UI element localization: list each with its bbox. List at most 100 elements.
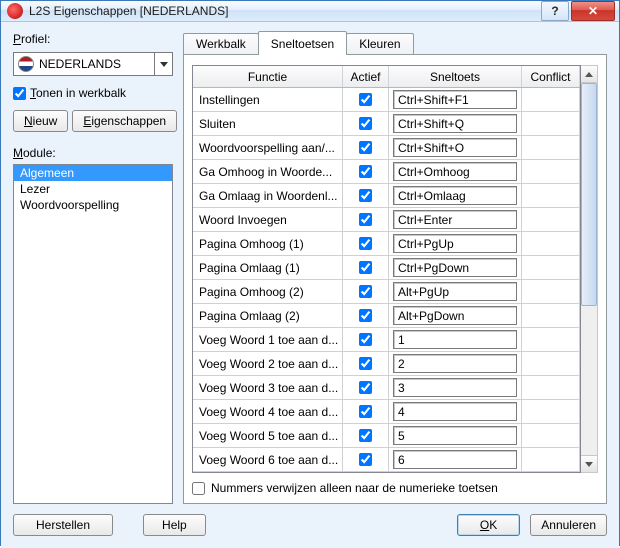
shortcut-input[interactable]: Alt+PgUp <box>393 282 517 301</box>
active-checkbox[interactable] <box>359 261 372 274</box>
shortcut-input[interactable]: Ctrl+Enter <box>393 210 517 229</box>
left-panel: Profiel: NEDERLANDS Tonen in werkbalk <box>13 32 173 504</box>
grid-header: Functie Actief Sneltoets Conflict <box>193 66 580 88</box>
cell-active <box>343 160 389 183</box>
active-checkbox[interactable] <box>359 453 372 466</box>
show-in-toolbar-checkbox[interactable]: Tonen in werkbalk <box>13 86 173 100</box>
cell-function: Pagina Omlaag (1) <box>193 256 343 279</box>
active-checkbox[interactable] <box>359 405 372 418</box>
cell-shortcut: Ctrl+Shift+O <box>389 136 522 159</box>
active-checkbox[interactable] <box>359 237 372 250</box>
shortcut-input[interactable]: 6 <box>393 450 517 469</box>
shortcut-input[interactable]: Ctrl+Omhoog <box>393 162 517 181</box>
active-checkbox[interactable] <box>359 165 372 178</box>
right-panel: Werkbalk Sneltoetsen Kleuren Functie Act… <box>183 32 607 504</box>
new-button[interactable]: Nieuw <box>13 110 68 132</box>
table-row: Voeg Woord 2 toe aan d... 2 <box>193 352 580 376</box>
active-checkbox[interactable] <box>359 333 372 346</box>
cell-shortcut: Ctrl+PgDown <box>389 256 522 279</box>
header-shortcut[interactable]: Sneltoets <box>389 66 522 87</box>
help-button-titlebar[interactable]: ? <box>541 1 569 21</box>
chevron-down-icon <box>160 62 168 67</box>
shortcut-input[interactable]: Alt+PgDown <box>393 306 517 325</box>
help-button[interactable]: Help <box>143 514 206 536</box>
shortcut-input[interactable]: 2 <box>393 354 517 373</box>
tab-sneltoetsen[interactable]: Sneltoetsen <box>258 31 347 55</box>
shortcut-input[interactable]: 1 <box>393 330 517 349</box>
close-button[interactable]: ✕ <box>571 1 615 21</box>
active-checkbox[interactable] <box>359 309 372 322</box>
vertical-scrollbar[interactable] <box>581 65 598 473</box>
scroll-thumb[interactable] <box>581 83 597 306</box>
shortcut-input[interactable]: Ctrl+PgDown <box>393 258 517 277</box>
active-checkbox[interactable] <box>359 213 372 226</box>
module-list[interactable]: AlgemeenLezerWoordvoorspelling <box>13 164 173 504</box>
header-active[interactable]: Actief <box>343 66 389 87</box>
table-row: Voeg Woord 1 toe aan d...1 <box>193 328 580 352</box>
shortcuts-grid: Functie Actief Sneltoets Conflict Instel… <box>192 65 581 473</box>
chevron-down-icon <box>585 462 593 467</box>
cell-conflict <box>522 352 580 375</box>
table-row: Pagina Omlaag (2)Alt+PgDown <box>193 304 580 328</box>
table-row: Voeg Woord 3 toe aan d... 3 <box>193 376 580 400</box>
cell-function: Voeg Woord 3 toe aan d... <box>193 376 343 399</box>
profile-dropdown-button[interactable] <box>155 52 173 76</box>
cell-conflict <box>522 256 580 279</box>
cell-shortcut: 6 <box>389 448 522 471</box>
scroll-up-button[interactable] <box>581 66 597 83</box>
tab-kleuren[interactable]: Kleuren <box>346 33 413 54</box>
dialog-footer: Herstellen Help OK Annuleren <box>13 514 607 536</box>
active-checkbox[interactable] <box>359 429 372 442</box>
window-title: L2S Eigenschappen [NEDERLANDS] <box>29 4 539 18</box>
profile-value: NEDERLANDS <box>39 57 121 71</box>
profile-label: Profiel: <box>13 32 173 46</box>
active-checkbox[interactable] <box>359 93 372 106</box>
tab-panel: Functie Actief Sneltoets Conflict Instel… <box>183 54 607 504</box>
flag-nl-icon <box>18 56 34 72</box>
cell-conflict <box>522 376 580 399</box>
cell-conflict <box>522 280 580 303</box>
shortcut-input[interactable]: Ctrl+Shift+F1 <box>393 90 517 109</box>
shortcut-input[interactable]: 5 <box>393 426 517 445</box>
cancel-button[interactable]: Annuleren <box>530 514 607 536</box>
module-item[interactable]: Lezer <box>14 181 172 197</box>
shortcut-input[interactable]: Ctrl+Omlaag <box>393 186 517 205</box>
active-checkbox[interactable] <box>359 117 372 130</box>
table-row: Voeg Woord 6 toe aan d...6 <box>193 448 580 472</box>
cell-conflict <box>522 424 580 447</box>
active-checkbox[interactable] <box>359 381 372 394</box>
cell-shortcut: 5 <box>389 424 522 447</box>
properties-button[interactable]: Eigenschappen <box>72 110 177 132</box>
ok-button[interactable]: OK <box>457 514 520 536</box>
cell-active <box>343 352 389 375</box>
active-checkbox[interactable] <box>359 285 372 298</box>
shortcut-input[interactable]: Ctrl+Shift+O <box>393 138 517 157</box>
dialog-window: L2S Eigenschappen [NEDERLANDS] ? ✕ Profi… <box>0 0 620 546</box>
tab-werkbalk[interactable]: Werkbalk <box>183 33 259 54</box>
header-function[interactable]: Functie <box>193 66 343 87</box>
module-item[interactable]: Woordvoorspelling <box>14 197 172 213</box>
cell-conflict <box>522 232 580 255</box>
numeric-keys-only-input[interactable] <box>192 482 205 495</box>
numeric-keys-only-checkbox[interactable]: Nummers verwijzen alleen naar de numerie… <box>192 481 598 495</box>
shortcut-input[interactable]: 4 <box>393 402 517 421</box>
active-checkbox[interactable] <box>359 141 372 154</box>
active-checkbox[interactable] <box>359 189 372 202</box>
table-row: SluitenCtrl+Shift+Q <box>193 112 580 136</box>
cell-function: Voeg Woord 2 toe aan d... <box>193 352 343 375</box>
scroll-track[interactable] <box>581 83 597 455</box>
shortcut-input[interactable]: Ctrl+Shift+Q <box>393 114 517 133</box>
restore-button[interactable]: Herstellen <box>13 514 113 536</box>
cell-function: Pagina Omhoog (1) <box>193 232 343 255</box>
shortcut-input[interactable]: 3 <box>393 378 517 397</box>
header-conflict[interactable]: Conflict <box>522 66 580 87</box>
shortcut-input[interactable]: Ctrl+PgUp <box>393 234 517 253</box>
cell-conflict <box>522 208 580 231</box>
module-item[interactable]: Algemeen <box>14 165 172 181</box>
cell-active <box>343 280 389 303</box>
scroll-down-button[interactable] <box>581 455 597 472</box>
active-checkbox[interactable] <box>359 357 372 370</box>
profile-select[interactable]: NEDERLANDS <box>13 52 155 76</box>
cell-shortcut: 4 <box>389 400 522 423</box>
show-in-toolbar-input[interactable] <box>13 87 26 100</box>
